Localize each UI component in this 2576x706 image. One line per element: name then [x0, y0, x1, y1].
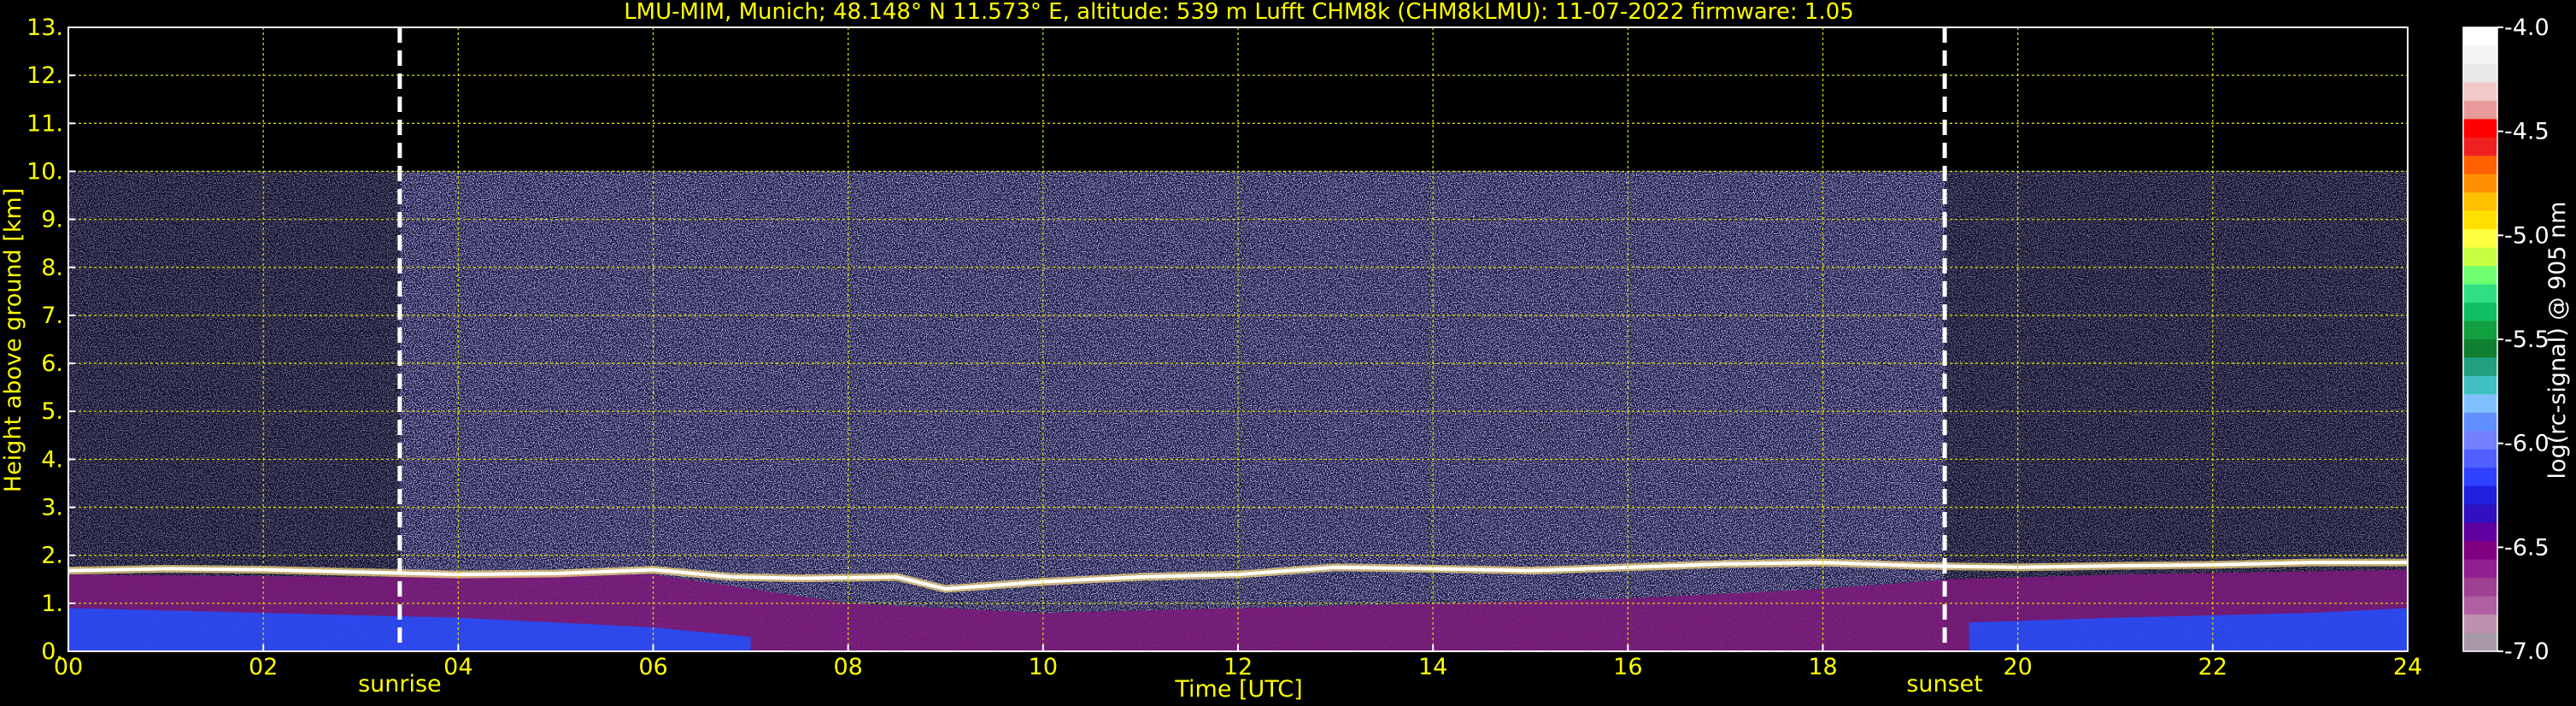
- colorbar-segment: [2463, 632, 2497, 652]
- colorbar-segment: [2463, 192, 2497, 212]
- colorbar-segment: [2463, 63, 2497, 84]
- y-tick-label: 3.: [41, 495, 63, 521]
- x-tick-label: 20: [2003, 654, 2032, 680]
- y-tick-label: 6.: [41, 350, 63, 377]
- colorbar-segment: [2463, 321, 2497, 340]
- colorbar-segment: [2463, 357, 2497, 377]
- y-tick-label: 13.: [26, 15, 63, 41]
- colorbar-tick-label: -5.0: [2504, 222, 2550, 249]
- colorbar-segment: [2463, 394, 2497, 414]
- colorbar-segment: [2463, 210, 2497, 230]
- y-tick-label: 9.: [41, 207, 63, 233]
- x-tick-label: 22: [2198, 654, 2227, 680]
- colorbar-segment: [2463, 156, 2497, 175]
- y-tick-label: 1.: [41, 591, 63, 617]
- y-axis-label: Height above ground [km]: [0, 188, 26, 492]
- x-tick-label: 24: [2393, 654, 2422, 680]
- colorbar-segment: [2463, 412, 2497, 432]
- colorbar-tick-label: -5.5: [2504, 327, 2550, 353]
- colorbar-segment: [2463, 485, 2497, 505]
- colorbar-segment: [2463, 522, 2497, 542]
- colorbar-segment: [2463, 45, 2497, 65]
- x-tick-label: 14: [1418, 654, 1447, 680]
- y-tick-label: 8.: [41, 255, 63, 281]
- colorbar-label: log(rc-signal) @ 905 nm: [2544, 202, 2571, 479]
- colorbar-segment: [2463, 174, 2497, 193]
- y-tick-label: 5.: [41, 398, 63, 425]
- x-tick-label: 08: [833, 654, 862, 680]
- marker-label-sunset: sunset: [1906, 671, 1983, 697]
- colorbar-segment: [2463, 27, 2497, 47]
- colorbar-tick-label: -6.0: [2504, 431, 2550, 457]
- chart-title: LMU-MIM, Munich; 48.148° N 11.573° E, al…: [624, 0, 1854, 25]
- x-tick-label: 04: [443, 654, 472, 680]
- colorbar-segment: [2463, 137, 2497, 156]
- y-tick-label: 4.: [41, 446, 63, 473]
- colorbar-segment: [2463, 559, 2497, 579]
- colorbar-segment: [2463, 596, 2497, 615]
- y-tick-label: 7.: [41, 303, 63, 329]
- colorbar-segment: [2463, 266, 2497, 285]
- colorbar-segment: [2463, 284, 2497, 303]
- x-tick-label: 16: [1613, 654, 1642, 680]
- x-tick-label: 10: [1029, 654, 1058, 680]
- colorbar-tick-label: -4.0: [2504, 15, 2550, 41]
- y-tick-label: 2.: [41, 543, 63, 569]
- colorbar-segment: [2463, 247, 2497, 267]
- colorbar-segment: [2463, 229, 2497, 249]
- colorbar-segment: [2463, 449, 2497, 468]
- x-axis-label: Time [UTC]: [1174, 676, 1302, 703]
- colorbar-segment: [2463, 468, 2497, 487]
- colorbar-segment: [2463, 375, 2497, 396]
- colorbar-segment: [2463, 578, 2497, 597]
- colorbar-segment: [2463, 100, 2497, 120]
- colorbar-segment: [2463, 615, 2497, 634]
- colorbar-segment: [2463, 339, 2497, 359]
- y-tick-label: 0.: [41, 638, 63, 665]
- colorbar-tick-label: -7.0: [2504, 638, 2550, 665]
- marker-label-sunrise: sunrise: [358, 671, 442, 697]
- colorbar-tick-label: -6.5: [2504, 534, 2550, 561]
- colorbar-segment: [2463, 504, 2497, 524]
- colorbar-tick-label: -4.5: [2504, 119, 2550, 145]
- colorbar-segment: [2463, 431, 2497, 450]
- x-tick-label: 18: [1808, 654, 1837, 680]
- y-tick-label: 11.: [26, 110, 63, 137]
- x-tick-label: 06: [638, 654, 667, 680]
- colorbar-segment: [2463, 82, 2497, 102]
- colorbar-segment: [2463, 541, 2497, 561]
- y-tick-label: 12.: [26, 62, 63, 89]
- y-tick-label: 10.: [26, 158, 63, 185]
- x-tick-label: 02: [249, 654, 278, 680]
- colorbar: -4.0 -4.5 -5.0 -5.5 -6.0 -6.5 -7.0: [2462, 15, 2550, 665]
- ceilometer-chart: sunrise sunset 00 02 04 06 08 10 12 14 16 18 20 22 24…: [0, 0, 2571, 703]
- colorbar-segment: [2463, 303, 2497, 322]
- colorbar-segment: [2463, 119, 2497, 138]
